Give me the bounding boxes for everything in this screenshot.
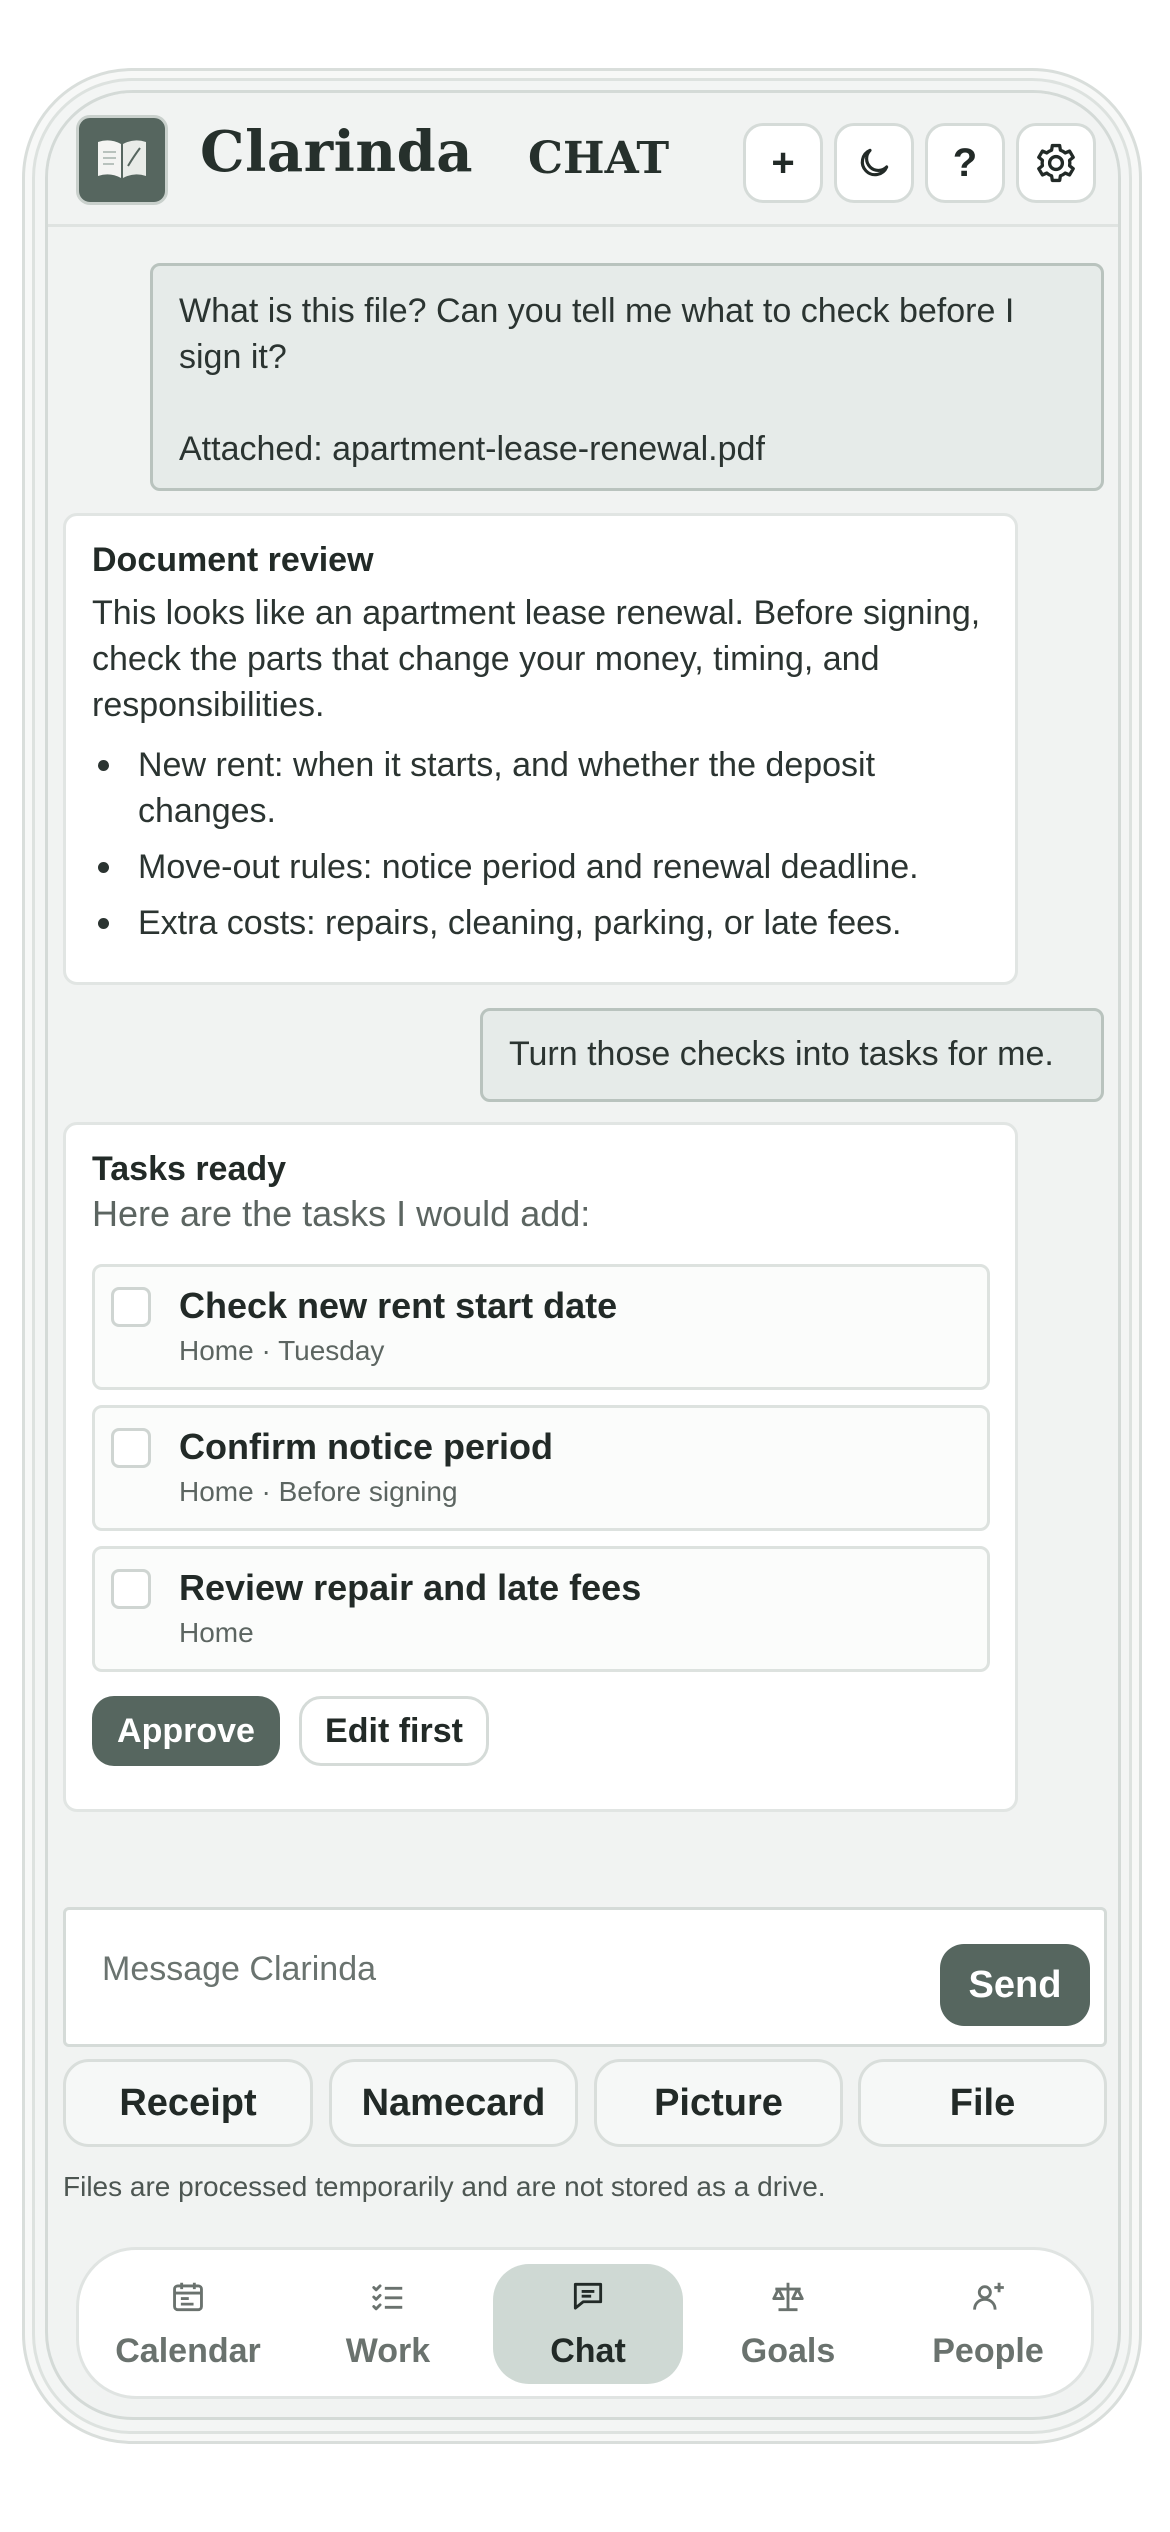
- approve-button[interactable]: Approve: [92, 1696, 280, 1766]
- message-text: What is this file? Can you tell me what …: [179, 292, 1015, 376]
- privacy-note: Files are processed temporarily and are …: [63, 2171, 826, 2202]
- person-add-icon: [973, 2282, 1004, 2310]
- checklist-icon: [372, 2284, 403, 2311]
- task-checkbox[interactable]: [111, 1287, 151, 1327]
- settings-button[interactable]: [1016, 123, 1096, 203]
- task-title: Confirm notice period: [179, 1426, 554, 1467]
- nav-item-people[interactable]: People: [893, 2264, 1083, 2384]
- nav-item-goals[interactable]: Goals: [693, 2264, 883, 2384]
- user-message: What is this file? Can you tell me what …: [150, 263, 1104, 491]
- task-item[interactable]: Check new rent start date Home · Tuesday: [92, 1264, 990, 1390]
- card-title: Tasks ready: [92, 1150, 287, 1188]
- scale-icon: [772, 2282, 804, 2312]
- nav-item-calendar[interactable]: Calendar: [93, 2264, 283, 2384]
- send-button[interactable]: Send: [940, 1944, 1090, 2026]
- message-input[interactable]: Message Clarinda: [102, 1950, 376, 1989]
- card-subtitle: Here are the tasks I would add:: [92, 1193, 591, 1234]
- task-item[interactable]: Review repair and late fees Home: [92, 1546, 990, 1672]
- nav-label: People: [932, 2332, 1044, 2370]
- moon-icon: [860, 148, 889, 177]
- task-meta: Home · Before signing: [179, 1476, 458, 1507]
- book-logo-icon: [76, 115, 168, 205]
- tasks-card: Tasks ready Here are the tasks I would a…: [63, 1122, 1018, 1812]
- document-review-card: Document review This looks like an apart…: [63, 513, 1018, 985]
- list-item: Move-out rules: notice period and renewa…: [92, 844, 989, 890]
- calendar-icon: [173, 2282, 203, 2312]
- list-item: Extra costs: repairs, cleaning, parking,…: [92, 900, 989, 946]
- help-button[interactable]: ?: [925, 123, 1005, 203]
- gear-icon: [1037, 143, 1075, 183]
- task-meta: Home: [179, 1617, 254, 1648]
- list-item: New rent: when it starts, and whether th…: [92, 742, 989, 834]
- task-item[interactable]: Confirm notice period Home · Before sign…: [92, 1405, 990, 1531]
- app-header: Clarinda CHAT + ?: [48, 93, 1118, 227]
- chat-icon: [573, 2282, 603, 2310]
- nav-label: Work: [345, 2332, 431, 2370]
- card-body: This looks like an apartment lease renew…: [92, 594, 981, 724]
- file-button[interactable]: File: [858, 2059, 1107, 2147]
- edit-first-button[interactable]: Edit first: [299, 1696, 489, 1766]
- task-title: Review repair and late fees: [179, 1567, 642, 1608]
- task-checkbox[interactable]: [111, 1569, 151, 1609]
- message-text: Turn those checks into tasks for me.: [509, 1035, 1054, 1073]
- nav-label: Chat: [550, 2332, 626, 2370]
- page-title: CHAT: [528, 133, 670, 184]
- receipt-button[interactable]: Receipt: [63, 2059, 313, 2147]
- nav-label: Goals: [740, 2332, 836, 2370]
- nav-label: Calendar: [115, 2332, 261, 2370]
- app-screen: Clarinda CHAT + ? What is this file? Can…: [45, 90, 1121, 2420]
- user-message: Turn those checks into tasks for me.: [480, 1008, 1104, 1102]
- bottom-nav: Calendar Work Chat Goals People: [76, 2247, 1094, 2399]
- plus-icon: +: [771, 140, 795, 185]
- message-composer[interactable]: Message Clarinda Send: [63, 1907, 1107, 2047]
- nav-item-chat[interactable]: Chat: [493, 2264, 683, 2384]
- card-title: Document review: [92, 541, 374, 579]
- dark-mode-button[interactable]: [834, 123, 914, 203]
- task-title: Check new rent start date: [179, 1285, 618, 1326]
- namecard-button[interactable]: Namecard: [329, 2059, 578, 2147]
- attachment-label[interactable]: Attached: apartment-lease-renewal.pdf: [179, 426, 1075, 472]
- new-chat-button[interactable]: +: [743, 123, 823, 203]
- nav-item-work[interactable]: Work: [293, 2264, 483, 2384]
- help-icon: ?: [952, 140, 978, 185]
- task-meta: Home · Tuesday: [179, 1335, 385, 1366]
- task-checkbox[interactable]: [111, 1428, 151, 1468]
- check-list: New rent: when it starts, and whether th…: [92, 742, 989, 946]
- picture-button[interactable]: Picture: [594, 2059, 843, 2147]
- app-title: Clarinda: [200, 119, 474, 185]
